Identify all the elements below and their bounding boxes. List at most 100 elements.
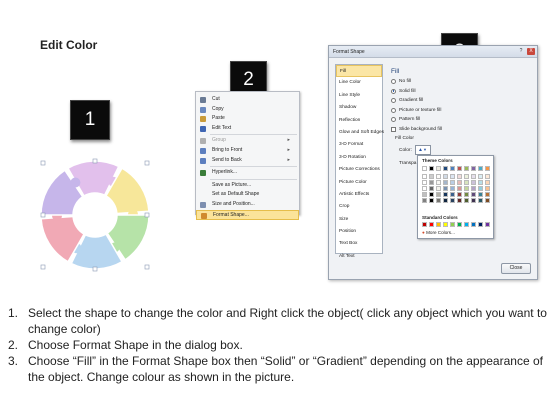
selection-handle[interactable]	[40, 264, 46, 270]
theme-color-swatch[interactable]	[457, 198, 462, 203]
category-artistic-effects[interactable]: Artistic Effects	[336, 189, 382, 201]
theme-color-swatch[interactable]	[457, 186, 462, 191]
theme-color-swatch[interactable]	[436, 166, 441, 171]
menu-item-group[interactable]: Group ▸	[196, 136, 299, 146]
theme-color-swatch[interactable]	[485, 198, 490, 203]
more-colors-link[interactable]: ● More Colors...	[422, 230, 455, 235]
theme-color-swatch[interactable]	[429, 192, 434, 197]
theme-color-swatch[interactable]	[485, 186, 490, 191]
fill-option-no-fill[interactable]: No fill	[391, 79, 411, 84]
theme-color-swatch[interactable]	[450, 186, 455, 191]
standard-color-swatch[interactable]	[436, 222, 441, 227]
theme-color-swatch[interactable]	[464, 198, 469, 203]
category-glow-and-soft-edges[interactable]: Glow and Soft Edges	[336, 127, 384, 139]
theme-color-swatch[interactable]	[436, 186, 441, 191]
menu-item-copy[interactable]: Copy	[196, 105, 299, 115]
category-reflection[interactable]: Reflection	[336, 115, 382, 127]
theme-color-swatch[interactable]	[422, 186, 427, 191]
menu-item-send-to-back[interactable]: Send to Back ▸	[196, 156, 299, 166]
theme-color-swatch[interactable]	[422, 180, 427, 185]
theme-color-swatch[interactable]	[457, 180, 462, 185]
theme-color-swatch[interactable]	[478, 192, 483, 197]
theme-color-swatch[interactable]	[485, 180, 490, 185]
radio-button[interactable]	[391, 107, 396, 113]
theme-color-swatch[interactable]	[422, 198, 427, 203]
theme-color-swatch[interactable]	[429, 198, 434, 203]
theme-color-swatch[interactable]	[422, 192, 427, 197]
theme-color-swatch[interactable]	[464, 192, 469, 197]
theme-color-swatch[interactable]	[429, 166, 434, 171]
theme-color-swatch[interactable]	[478, 174, 483, 179]
theme-color-swatch[interactable]	[457, 166, 462, 171]
selection-handle[interactable]	[40, 212, 46, 218]
dialog-titlebar[interactable]: Format Shape ? X	[329, 46, 537, 58]
theme-color-swatch[interactable]	[450, 180, 455, 185]
menu-item-size-and-position[interactable]: Size and Position...	[196, 200, 299, 210]
standard-color-swatch[interactable]	[464, 222, 469, 227]
category-3-d-rotation[interactable]: 3-D Rotation	[336, 152, 382, 164]
menu-item-cut[interactable]: Cut	[196, 95, 299, 105]
category-picture-color[interactable]: Picture Color	[336, 177, 382, 189]
theme-color-swatch[interactable]	[422, 166, 427, 171]
theme-color-swatch[interactable]	[464, 174, 469, 179]
standard-color-swatch[interactable]	[485, 222, 490, 227]
checkbox[interactable]	[391, 127, 396, 132]
theme-color-swatch[interactable]	[478, 166, 483, 171]
category-position[interactable]: Position	[336, 226, 382, 238]
category-picture-corrections[interactable]: Picture Corrections	[336, 164, 382, 176]
standard-color-swatch[interactable]	[478, 222, 483, 227]
theme-color-swatch[interactable]	[429, 174, 434, 179]
selection-handle[interactable]	[144, 160, 150, 166]
menu-item-save-as-picture[interactable]: Save as Picture...	[196, 181, 299, 191]
theme-color-swatch[interactable]	[471, 180, 476, 185]
standard-color-swatch[interactable]	[450, 222, 455, 227]
category-alt-text[interactable]: Alt Text	[336, 251, 382, 263]
puzzle-wheel-shape[interactable]	[33, 155, 158, 275]
category-shadow[interactable]: Shadow	[336, 102, 382, 114]
category-3-d-format[interactable]: 3-D Format	[336, 139, 382, 151]
theme-color-swatch[interactable]	[457, 174, 462, 179]
selection-handle[interactable]	[92, 266, 98, 272]
close-icon[interactable]: X	[527, 48, 535, 55]
standard-color-swatch[interactable]	[429, 222, 434, 227]
theme-color-swatch[interactable]	[471, 166, 476, 171]
color-picker-button[interactable]: ▲▼	[415, 145, 431, 155]
menu-item-format-shape[interactable]: Format Shape...	[196, 209, 299, 220]
theme-color-swatch[interactable]	[443, 198, 448, 203]
selection-handle[interactable]	[144, 212, 150, 218]
theme-color-swatch[interactable]	[422, 174, 427, 179]
theme-color-swatch[interactable]	[443, 166, 448, 171]
selection-handle[interactable]	[92, 158, 98, 164]
category-fill[interactable]: Fill	[336, 65, 382, 78]
category-line-color[interactable]: Line Color	[336, 77, 382, 89]
fill-option-picture-or-texture-fill[interactable]: Picture or texture fill	[391, 107, 441, 113]
theme-color-swatch[interactable]	[436, 174, 441, 179]
theme-color-swatch[interactable]	[450, 174, 455, 179]
standard-color-swatch[interactable]	[471, 222, 476, 227]
theme-color-swatch[interactable]	[485, 166, 490, 171]
theme-color-swatch[interactable]	[478, 198, 483, 203]
menu-item-paste[interactable]: Paste	[196, 114, 299, 124]
theme-color-swatch[interactable]	[471, 174, 476, 179]
standard-color-swatch[interactable]	[422, 222, 427, 227]
standard-color-swatch[interactable]	[457, 222, 462, 227]
category-size[interactable]: Size	[336, 214, 382, 226]
menu-item-bring-to-front[interactable]: Bring to Front ▸	[196, 146, 299, 156]
menu-item-hyperlink[interactable]: Hyperlink...	[196, 168, 299, 178]
theme-color-swatch[interactable]	[464, 166, 469, 171]
theme-color-swatch[interactable]	[478, 180, 483, 185]
theme-color-swatch[interactable]	[436, 180, 441, 185]
theme-color-swatch[interactable]	[485, 174, 490, 179]
theme-color-swatch[interactable]	[450, 198, 455, 203]
theme-color-swatch[interactable]	[471, 192, 476, 197]
fill-option-slide-background-fill[interactable]: Slide background fill	[391, 127, 442, 132]
radio-button[interactable]	[391, 117, 396, 123]
theme-color-swatch[interactable]	[436, 192, 441, 197]
close-button[interactable]: Close	[501, 263, 531, 274]
menu-item-set-as-default-shape[interactable]: Set as Default Shape	[196, 190, 299, 200]
theme-color-swatch[interactable]	[443, 186, 448, 191]
fill-option-solid-fill[interactable]: Solid fill	[391, 88, 416, 94]
theme-color-swatch[interactable]	[429, 180, 434, 185]
fill-option-pattern-fill[interactable]: Pattern fill	[391, 117, 420, 123]
radio-button[interactable]	[391, 79, 396, 84]
